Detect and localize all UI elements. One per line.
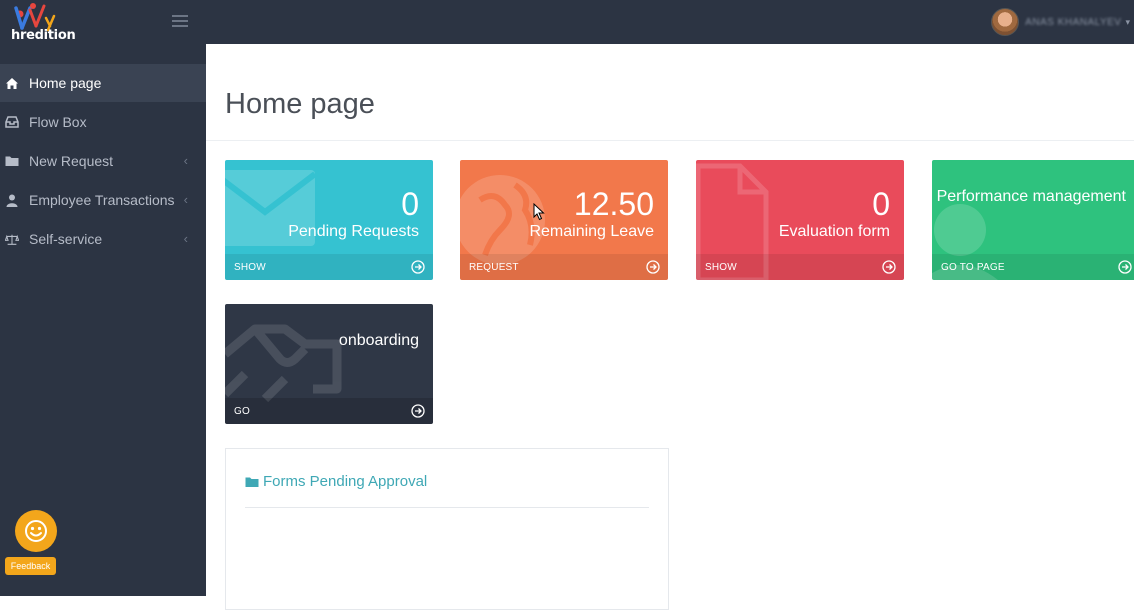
card-label: Remaining Leave: [529, 223, 654, 240]
avatar[interactable]: [991, 8, 1020, 36]
arrow-circle-right-icon: [411, 260, 425, 274]
card-label: Evaluation form: [778, 223, 890, 240]
user-menu[interactable]: ANAS KHANALYEV ▾: [991, 6, 1134, 38]
divider: [245, 507, 649, 508]
sidebar-item-flow-box[interactable]: Flow Box: [0, 103, 206, 141]
sidebar-item-label: Flow Box: [29, 114, 87, 130]
card-footer[interactable]: GO TO PAGE: [932, 254, 1134, 280]
user-name: ANAS KHANALYEV: [1025, 16, 1122, 28]
home-icon: [5, 76, 19, 90]
logo-text: hredition: [11, 28, 76, 43]
card-label: Pending Requests: [288, 223, 419, 240]
folder-icon: [245, 477, 259, 487]
feedback-smiley-button[interactable]: [15, 510, 57, 552]
feedback-button[interactable]: Feedback: [5, 557, 56, 575]
sidebar-item-new-request[interactable]: New Request ‹: [0, 142, 206, 180]
divider: [206, 140, 1134, 141]
caret-down-icon: ▾: [1125, 16, 1130, 27]
sidebar-item-self-service[interactable]: Self-service ‹: [0, 220, 206, 258]
card-action: SHOW: [705, 262, 737, 273]
card-action: SHOW: [234, 262, 266, 273]
card-footer[interactable]: REQUEST: [460, 254, 668, 280]
arrow-circle-right-icon: [882, 260, 896, 274]
arrow-circle-right-icon: [646, 260, 660, 274]
panel-header: Forms Pending Approval: [245, 473, 427, 490]
folder-icon: [5, 154, 19, 168]
forms-pending-approval-panel: Forms Pending Approval: [225, 448, 669, 610]
card-action: GO: [234, 406, 250, 417]
sidebar-item-label: Home page: [29, 75, 102, 91]
inbox-icon: [5, 115, 19, 129]
card-value: 0: [401, 186, 419, 222]
chevron-left-icon: ‹: [183, 192, 188, 207]
page-title: Home page: [225, 88, 375, 120]
sidebar-item-label: Employee Transactions: [29, 192, 175, 208]
card-action: GO TO PAGE: [941, 262, 1005, 273]
onboarding-card[interactable]: onboarding GO: [225, 304, 433, 424]
user-icon: [5, 193, 19, 207]
envelope-icon: [225, 170, 317, 246]
sidebar-item-home[interactable]: Home page: [0, 64, 206, 102]
panel-title: Forms Pending Approval: [263, 473, 428, 490]
scale-icon: [5, 232, 19, 246]
remaining-leave-card[interactable]: 12.50 Remaining Leave REQUEST: [460, 160, 668, 280]
sidebar-item-employee-transactions[interactable]: Employee Transactions ‹: [0, 181, 206, 219]
arrow-circle-right-icon: [411, 404, 425, 418]
top-bar: hredition ANAS KHANALYEV ▾: [0, 0, 1134, 44]
smiley-icon: [25, 520, 47, 542]
card-footer[interactable]: SHOW: [225, 254, 433, 280]
menu-toggle-icon[interactable]: [172, 15, 188, 29]
pending-requests-card[interactable]: 0 Pending Requests SHOW: [225, 160, 433, 280]
card-label: onboarding: [338, 332, 419, 349]
mouse-cursor-icon: [533, 203, 545, 221]
card-label: Performance management: [936, 188, 1126, 205]
chevron-left-icon: ‹: [183, 153, 188, 168]
card-footer[interactable]: SHOW: [696, 254, 904, 280]
card-value: 0: [872, 186, 890, 222]
card-value: 12.50: [573, 186, 654, 222]
card-footer[interactable]: GO: [225, 398, 433, 424]
chevron-left-icon: ‹: [183, 231, 188, 246]
performance-management-card[interactable]: Performance management GO TO PAGE: [932, 160, 1134, 280]
evaluation-form-card[interactable]: 0 Evaluation form SHOW: [696, 160, 904, 280]
sidebar-item-label: New Request: [29, 153, 114, 169]
brand-logo[interactable]: hredition: [0, 0, 76, 44]
card-action: REQUEST: [469, 262, 519, 273]
arrow-circle-right-icon: [1118, 260, 1132, 274]
sidebar-item-label: Self-service: [29, 231, 103, 247]
